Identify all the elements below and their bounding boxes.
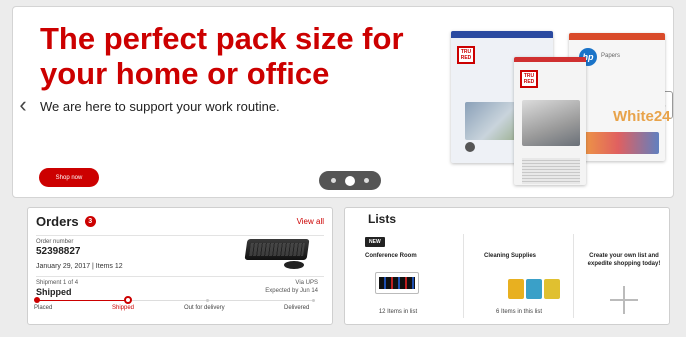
lists-title: Lists xyxy=(368,212,397,226)
carousel-dot-2[interactable] xyxy=(344,175,355,186)
expected-delivery: Expected by Jun 14 xyxy=(265,288,318,294)
view-all-link[interactable]: View all xyxy=(297,217,324,226)
orders-header: Orders 3 xyxy=(36,214,96,229)
step-label-delivered: Delivered xyxy=(284,305,310,311)
hero-banner[interactable]: The perfect pack size for your home or o… xyxy=(12,6,674,198)
orders-title: Orders xyxy=(36,214,79,229)
chevron-left-icon[interactable]: ‹ xyxy=(15,91,31,119)
order-number-label: Order number xyxy=(36,239,74,245)
step-node-delivered xyxy=(312,299,315,302)
carrier-text: Via UPS xyxy=(295,280,318,286)
lists-card: Lists NEW Conference Room 12 Items in li… xyxy=(344,207,670,325)
shop-now-button[interactable]: Shop now xyxy=(39,168,99,187)
mouse-product-image xyxy=(284,261,304,269)
list-name: Conference Room xyxy=(365,253,417,259)
list-item-cleaning-supplies[interactable]: Cleaning Supplies 6 Items in this list xyxy=(463,234,560,318)
create-list-tile[interactable]: Create your own list and expedite shoppi… xyxy=(573,234,669,318)
page: The perfect pack size for your home or o… xyxy=(0,0,686,337)
divider xyxy=(36,235,324,236)
tracking-progress xyxy=(37,300,128,301)
markers-product-image xyxy=(375,272,419,294)
list-item-count: 12 Items in list xyxy=(378,309,418,315)
step-node-shipped xyxy=(124,296,132,304)
carousel-dot-1[interactable] xyxy=(331,178,337,183)
step-label-shipped: Shipped xyxy=(112,305,135,311)
plus-icon[interactable] xyxy=(610,286,638,314)
hero-title: The perfect pack size for your home or o… xyxy=(40,21,404,91)
order-number[interactable]: 52398827 xyxy=(36,246,81,257)
step-label-out-for-delivery: Out for delivery xyxy=(184,305,225,311)
cleaning-supplies-product-image xyxy=(508,279,560,299)
create-list-text: Create your own list and expedite shoppi… xyxy=(587,253,661,267)
shipment-label: Shipment 1 of 4 xyxy=(36,280,79,286)
new-badge: NEW xyxy=(365,237,385,247)
hero-subtitle: We are here to support your work routine… xyxy=(40,99,280,114)
product-image-photo-paper: TRU RED xyxy=(514,57,586,185)
keyboard-product-image[interactable] xyxy=(244,239,310,260)
order-date-items: January 29, 2017 | Items 12 xyxy=(36,263,123,270)
carousel-dot-3[interactable] xyxy=(363,178,369,183)
step-node-placed xyxy=(34,297,40,303)
step-node-out-for-delivery xyxy=(206,299,209,302)
tru-red-logo: TRU RED xyxy=(520,70,538,88)
divider xyxy=(36,276,324,277)
shipment-status: Shipped xyxy=(36,287,72,297)
list-item-conference-room[interactable]: NEW Conference Room 12 Items in list xyxy=(365,234,453,318)
orders-card: Orders 3 View all Order number 52398827 … xyxy=(27,207,333,325)
tru-red-logo: TRU RED xyxy=(457,46,475,64)
list-name: Cleaning Supplies xyxy=(484,253,537,259)
orders-count-badge: 3 xyxy=(84,216,96,227)
list-item-count: 6 Items in this list xyxy=(495,309,542,315)
carousel-indicator xyxy=(319,171,381,190)
step-label-placed: Placed xyxy=(34,305,53,311)
